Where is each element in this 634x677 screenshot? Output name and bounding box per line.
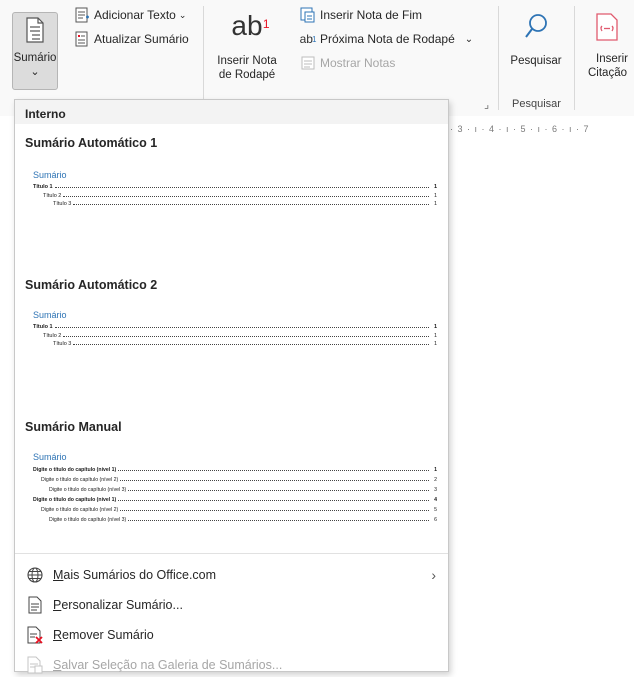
inserir-nota-rodape-line1: Inserir Nota (217, 55, 277, 67)
search-icon (523, 12, 549, 42)
mais-sumarios-label: Mais Sumários do Office.com (53, 568, 217, 582)
toc-preview-line: Digite o título do capítulo (nível 3) 6 (49, 517, 437, 523)
remover-sumario-label: Remover Sumário (53, 628, 154, 642)
toc-preview-line: Título 21 (43, 332, 437, 339)
inserir-citacao-line2: Citação (588, 67, 627, 79)
inserir-citacao-button[interactable]: Inserir Citação (582, 12, 634, 92)
inserir-nota-fim-label: Inserir Nota de Fim (320, 8, 423, 22)
adicionar-texto-label: Adicionar Texto (94, 8, 176, 22)
personalizar-sumario-label: Personalizar Sumário... (53, 598, 183, 612)
ribbon-separator (498, 6, 499, 110)
salvar-selecao-menu-item[interactable]: Salvar Seleção na Galeria de Sumários... (15, 652, 448, 677)
gallery-title: Sumário Automático 1 (25, 136, 158, 150)
chevron-down-icon: ⌄ (464, 33, 474, 45)
horizontal-ruler: · 3 · ı · 4 · ı · 5 · ı · 6 · ı · 7 (450, 124, 590, 134)
sumario-button[interactable]: Sumário ⌄ (12, 12, 58, 90)
toc-preview-line: Digite o título do capítulo (nível 3) 3 (49, 487, 437, 493)
customize-toc-icon (25, 596, 45, 614)
inserir-nota-fim-button[interactable]: Inserir Nota de Fim (300, 7, 422, 23)
gallery-title: Sumário Manual (25, 420, 122, 434)
inserir-nota-rodape-line2: de Rodapé (218, 69, 276, 81)
add-text-icon (74, 7, 90, 23)
proxima-nota-button[interactable]: ab 1 Próxima Nota de Rodapé ⌄ (299, 31, 474, 47)
adicionar-texto-button[interactable]: Adicionar Texto ⌄ (74, 7, 186, 23)
inserir-citacao-line1: Inserir (596, 53, 628, 65)
chevron-down-icon: ⌄ (178, 9, 187, 20)
mostrar-notas-button[interactable]: Mostrar Notas (300, 55, 395, 71)
sumario-dropdown: Interno Sumário Automático 1 Sumário Tít… (14, 99, 449, 674)
ribbon-separator (574, 6, 575, 110)
atualizar-sumario-button[interactable]: Atualizar Sumário (74, 31, 189, 47)
proxima-nota-label: Próxima Nota de Rodapé (320, 32, 455, 46)
toc-preview-line: Digite o título do capítulo (nível 2) 5 (41, 507, 437, 513)
gallery-item-sumario-manual[interactable]: Sumário Manual Sumário Digite o título d… (15, 412, 448, 560)
gallery-title: Sumário Automático 2 (25, 278, 158, 292)
mostrar-notas-label: Mostrar Notas (320, 56, 396, 70)
toc-preview-line: Digite o título do capítulo (nível 2) 2 (41, 477, 437, 483)
pesquisar-label: Pesquisar (510, 55, 562, 67)
toc-preview: Sumário Título 11 Título 21 Título 31 (33, 310, 437, 349)
toc-icon (24, 17, 46, 43)
toc-preview-line: Título 11 (33, 184, 437, 190)
toc-preview-line: Título 31 (53, 201, 437, 207)
dropdown-section-header: Interno (15, 100, 448, 124)
refresh-toc-icon (74, 31, 90, 47)
atualizar-sumario-label: Atualizar Sumário (94, 32, 189, 46)
remove-toc-icon (25, 626, 45, 644)
sumario-label: Sumário (13, 52, 57, 64)
chevron-right-icon: › (431, 567, 436, 583)
toc-preview: Sumário Digite o título do capítulo (nív… (33, 452, 437, 525)
toc-preview-heading: Sumário (33, 452, 67, 462)
toc-preview-line: Título 11 (33, 324, 437, 330)
footnotes-dialog-launcher-icon[interactable]: ⌟ (484, 98, 489, 111)
remover-sumario-menu-item[interactable]: Remover Sumário (15, 622, 448, 648)
ribbon-separator (203, 6, 204, 110)
citation-icon (594, 12, 620, 42)
footnote-icon: ab 1 (231, 10, 270, 41)
toc-preview-line: Título 31 (53, 341, 437, 347)
save-selection-icon (25, 656, 45, 674)
toc-preview-line: Digite o título do capítulo (nível 1) 1 (33, 467, 437, 473)
gallery-item-sumario-automatico-1[interactable]: Sumário Automático 1 Sumário Título 11 T… (15, 124, 448, 272)
dropdown-separator (15, 553, 448, 554)
globe-icon (25, 566, 45, 584)
mais-sumarios-menu-item[interactable]: Mais Sumários do Office.com › (15, 562, 448, 588)
pesquisar-group-label: Pesquisar (512, 98, 561, 110)
next-footnote-icon: ab 1 (299, 32, 317, 46)
toc-preview: Sumário Título 11 Título 21 Título 31 (33, 170, 437, 209)
chevron-down-icon: ⌄ (30, 66, 40, 78)
inserir-nota-rodape-button[interactable]: ab 1 Inserir Nota de Rodapé (214, 10, 280, 92)
personalizar-sumario-menu-item[interactable]: Personalizar Sumário... (15, 592, 448, 618)
gallery-item-sumario-automatico-2[interactable]: Sumário Automático 2 Sumário Título 11 T… (15, 272, 448, 412)
pesquisar-button[interactable]: Pesquisar (506, 12, 566, 74)
toc-preview-heading: Sumário (33, 170, 67, 180)
endnote-icon (300, 7, 316, 23)
toc-preview-line: Digite o título do capítulo (nível 1) 4 (33, 497, 437, 503)
toc-preview-heading: Sumário (33, 310, 67, 320)
toc-preview-line: Título 21 (43, 192, 437, 199)
show-notes-icon (300, 55, 316, 71)
salvar-selecao-label: Salvar Seleção na Galeria de Sumários... (53, 658, 283, 672)
